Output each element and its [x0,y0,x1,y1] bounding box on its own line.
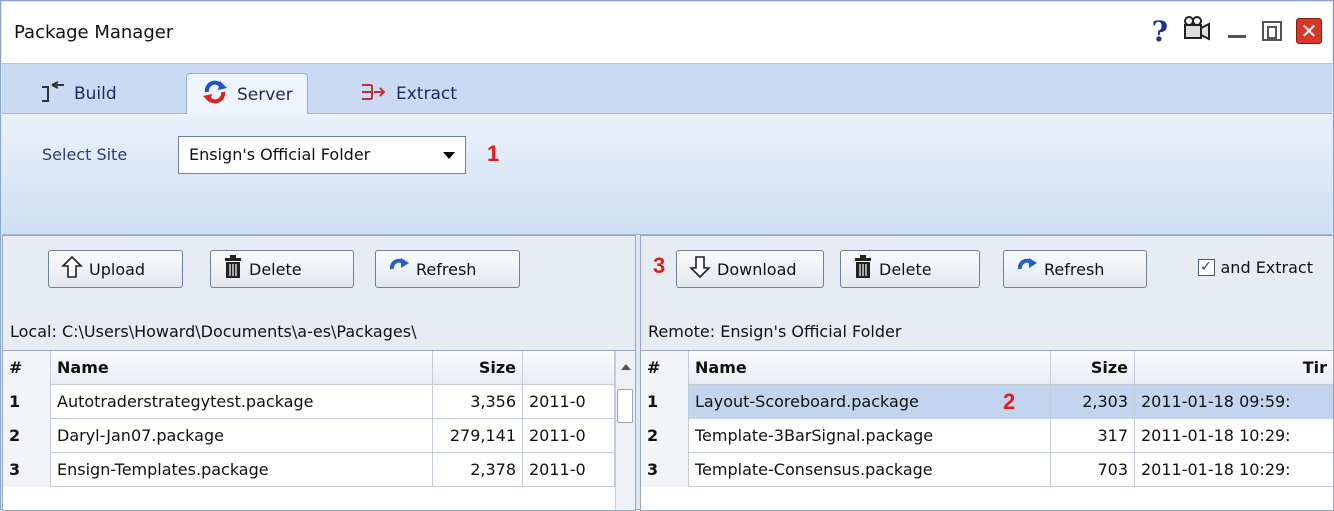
tab-strip: Build Server Extract [2,64,1332,115]
table-header: # Name Size Tir [641,351,1333,385]
file-time: 2011-0 [523,453,615,487]
file-name: Daryl-Jan07.package [51,419,433,453]
row-num: 1 [641,385,689,419]
file-size: 703 [1051,453,1135,487]
table-header: # Name Size [3,351,635,385]
file-size: 317 [1051,419,1135,453]
column-time[interactable]: Tir [1135,351,1333,385]
upload-icon [61,255,83,283]
download-label: Download [717,259,797,279]
remote-pane: 3 Download Delete Refresh ✓ and Extract … [640,235,1334,511]
remote-file-table: # Name Size Tir 1 Layout-Scoreboard.pack… [641,350,1333,510]
file-size: 3,356 [433,385,523,419]
minimize-icon[interactable] [1226,20,1248,42]
file-time: 2011-01-18 09:59: [1135,385,1333,419]
download-button[interactable]: Download [676,250,824,288]
column-size[interactable]: Size [1051,351,1135,385]
trash-icon [853,255,873,283]
trash-icon [223,255,243,283]
tab-extract-label: Extract [396,84,457,104]
help-icon[interactable]: ? [1152,15,1168,48]
file-name: Template-3BarSignal.package [689,419,1051,453]
select-site-label: Select Site [42,145,128,164]
build-icon [38,80,66,108]
remote-delete-label: Delete [879,259,932,279]
scroll-up-arrow[interactable] [615,351,635,385]
file-name: Template-Consensus.package [689,453,1051,487]
table-row[interactable]: 2 Template-3BarSignal.package 317 2011-0… [641,419,1333,453]
refresh-icon [388,257,410,281]
title-bar-controls: ? ✕ [1152,14,1322,48]
tab-extract[interactable]: Extract [346,73,471,115]
annotation-marker-3: 3 [653,253,666,278]
window-title: Package Manager [14,22,174,43]
row-num: 2 [641,419,689,453]
and-extract-label: and Extract [1220,258,1314,277]
column-name[interactable]: Name [689,351,1051,385]
file-size: 279,141 [433,419,523,453]
column-size[interactable]: Size [433,351,523,385]
tab-build[interactable]: Build [24,73,131,115]
file-name: Ensign-Templates.package [51,453,433,487]
table-row[interactable]: 3 Template-Consensus.package 703 2011-01… [641,453,1333,487]
title-bar: Package Manager ? ✕ [2,2,1332,64]
row-num: 2 [3,419,51,453]
row-num: 3 [3,453,51,487]
column-num[interactable]: # [3,351,51,385]
file-size: 2,303 [1051,385,1135,419]
local-pane: Upload Delete Refresh Local: C:\Users\Ho… [2,235,636,511]
scroll-thumb[interactable] [617,389,633,423]
column-time[interactable] [523,351,615,385]
file-name: Autotraderstrategytest.package [51,385,433,419]
file-time: 2011-01-18 10:29: [1141,426,1291,445]
tab-server[interactable]: Server [186,73,308,115]
table-row[interactable]: 1 Autotraderstrategytest.package 3,356 2… [3,385,635,419]
local-refresh-button[interactable]: Refresh [375,250,520,288]
row-num: 1 [3,385,51,419]
column-name[interactable]: Name [51,351,433,385]
file-time: 2011-01-18 10:29: [1141,460,1291,479]
file-size: 2,378 [433,453,523,487]
and-extract-option[interactable]: ✓ and Extract [1197,258,1314,277]
file-time: 2011-0 [523,385,615,419]
local-file-table: # Name Size 1 Autotraderstrategytest.pac… [3,350,635,510]
download-icon [689,255,711,283]
file-time: 2011-0 [523,419,615,453]
row-num: 3 [641,453,689,487]
annotation-marker-2: 2 [1003,389,1016,414]
file-name: Layout-Scoreboard.package [689,385,1051,419]
extract-icon [360,81,388,108]
table-row[interactable]: 3 Ensign-Templates.package 2,378 2011-0 [3,453,635,487]
local-path: Local: C:\Users\Howard\Documents\a-es\Pa… [10,322,417,341]
server-panel: Select Site Ensign's Official Folder 1 [2,114,1332,235]
local-refresh-label: Refresh [416,259,477,279]
table-row-selected[interactable]: 1 Layout-Scoreboard.package 2,303 2011-0… [641,385,1333,419]
selected-site: Ensign's Official Folder [189,145,371,164]
upload-button[interactable]: Upload [48,250,183,288]
remote-delete-button[interactable]: Delete [840,250,980,288]
maximize-icon[interactable] [1262,21,1282,41]
upload-label: Upload [89,259,146,279]
column-num[interactable]: # [641,351,689,385]
remote-refresh-button[interactable]: Refresh [1003,250,1147,288]
refresh-icon [1016,257,1038,281]
camera-icon[interactable] [1182,15,1212,48]
site-select[interactable]: Ensign's Official Folder [178,136,466,174]
close-icon[interactable]: ✕ [1296,18,1322,44]
local-delete-button[interactable]: Delete [210,250,354,288]
package-manager-window: Package Manager ? ✕ Build Server Extract… [0,0,1334,511]
local-delete-label: Delete [249,259,302,279]
chevron-down-icon[interactable] [443,152,455,159]
tab-build-label: Build [74,84,117,104]
table-row[interactable]: 2 Daryl-Jan07.package 279,141 2011-0 [3,419,635,453]
tab-server-label: Server [237,84,293,105]
and-extract-checkbox[interactable]: ✓ [1197,259,1215,276]
sync-icon [201,78,229,111]
remote-path: Remote: Ensign's Official Folder [648,322,902,341]
annotation-marker-1: 1 [487,141,500,166]
remote-refresh-label: Refresh [1044,259,1105,279]
